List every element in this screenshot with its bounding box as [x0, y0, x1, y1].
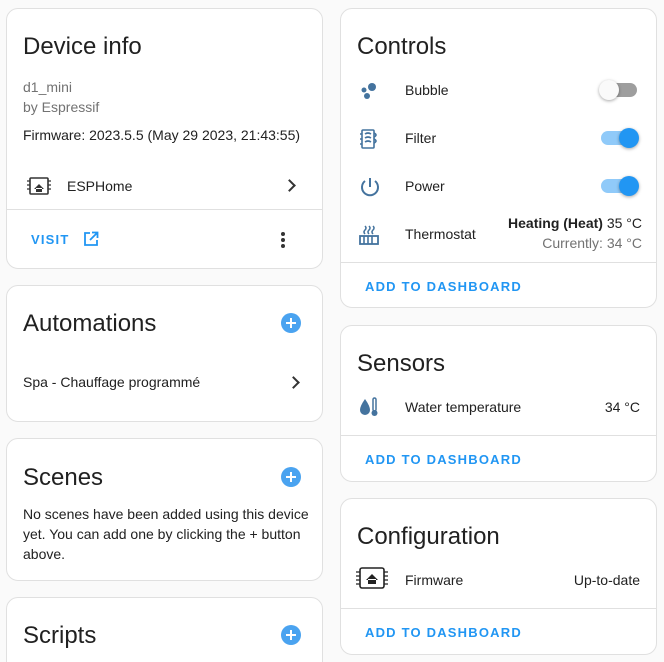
open-in-new-icon	[83, 231, 99, 252]
device-model: d1_mini	[23, 79, 73, 95]
thermostat-row[interactable]: Thermostat Heating (Heat) 35 °C Currentl…	[341, 213, 656, 257]
thermostat-status: Heating (Heat) 35 °C	[508, 215, 642, 231]
device-info-card: Device info d1_mini by Espressif Firmwar…	[6, 8, 323, 269]
controls-card: Controls Bubble Filter Power Thermostat …	[340, 8, 657, 308]
device-manufacturer: by Espressif	[23, 99, 100, 115]
automations-title: Automations	[23, 310, 157, 337]
thermostat-mode: Heating (Heat)	[508, 215, 603, 231]
visit-button[interactable]: VISIT	[25, 229, 105, 251]
visit-label: VISIT	[31, 232, 70, 247]
add-scene-icon[interactable]	[281, 467, 301, 487]
bubble-icon	[359, 81, 379, 106]
power-icon	[359, 176, 381, 203]
esphome-icon	[27, 175, 51, 202]
sensors-title: Sensors	[357, 350, 446, 377]
automation-item[interactable]: Spa - Chauffage programmé	[7, 366, 322, 398]
scenes-empty-text-3: above.	[23, 546, 66, 562]
sensor-value-water-temperature: 34 °C	[604, 399, 640, 415]
more-vertical-icon[interactable]	[279, 231, 287, 249]
automations-card: Automations Spa - Chauffage programmé	[6, 285, 323, 422]
control-label-thermostat: Thermostat	[405, 226, 476, 242]
card-actions-divider	[341, 435, 656, 436]
bubble-toggle[interactable]	[599, 80, 637, 100]
filter-toggle[interactable]	[601, 128, 639, 148]
card-actions-divider	[7, 209, 322, 210]
scenes-card: Scenes No scenes have been added using t…	[6, 438, 323, 581]
scenes-empty-text-2: yet. You can add one by clicking the + b…	[23, 526, 301, 542]
filter-icon	[359, 128, 381, 155]
scenes-empty-text-1: No scenes have been added using this dev…	[23, 506, 309, 522]
control-label-power: Power	[405, 178, 445, 194]
control-label-filter: Filter	[405, 130, 437, 146]
device-info-title: Device info	[23, 33, 142, 60]
thermostat-target: 35 °C	[606, 215, 642, 231]
sensor-label-water-temperature: Water temperature	[405, 399, 522, 415]
card-actions-divider	[341, 262, 656, 263]
sensors-card: Sensors Water temperature 34 °C ADD TO D…	[340, 325, 657, 482]
chevron-right-icon	[287, 376, 300, 389]
add-automation-icon[interactable]	[281, 313, 301, 333]
config-label-firmware: Firmware	[405, 572, 464, 588]
controls-add-to-dashboard-button[interactable]: ADD TO DASHBOARD	[365, 279, 522, 294]
configuration-title: Configuration	[357, 523, 500, 550]
integration-label: ESPHome	[67, 178, 133, 194]
device-firmware: Firmware: 2023.5.5 (May 29 2023, 21:43:5…	[23, 127, 301, 143]
config-value-firmware: Up-to-date	[573, 572, 640, 588]
scenes-title: Scenes	[23, 464, 104, 491]
hot-tub-icon	[358, 224, 380, 251]
power-toggle[interactable]	[601, 176, 639, 196]
automation-item-label: Spa - Chauffage programmé	[23, 374, 201, 390]
configuration-add-to-dashboard-button[interactable]: ADD TO DASHBOARD	[365, 625, 522, 640]
sensors-add-to-dashboard-button[interactable]: ADD TO DASHBOARD	[365, 452, 522, 467]
scripts-card: Scripts	[6, 597, 323, 662]
add-script-icon[interactable]	[281, 625, 301, 645]
chevron-right-icon	[283, 179, 296, 192]
firmware-icon	[355, 565, 389, 596]
controls-title: Controls	[357, 33, 447, 60]
thermostat-current: Currently: 34 °C	[542, 235, 642, 251]
scripts-title: Scripts	[23, 622, 97, 649]
integration-row-esphome[interactable]: ESPHome	[7, 169, 322, 203]
control-label-bubble: Bubble	[405, 82, 449, 98]
card-actions-divider	[341, 608, 656, 609]
water-thermometer-icon	[358, 396, 380, 423]
configuration-card: Configuration Firmware Up-to-date ADD TO…	[340, 498, 657, 655]
